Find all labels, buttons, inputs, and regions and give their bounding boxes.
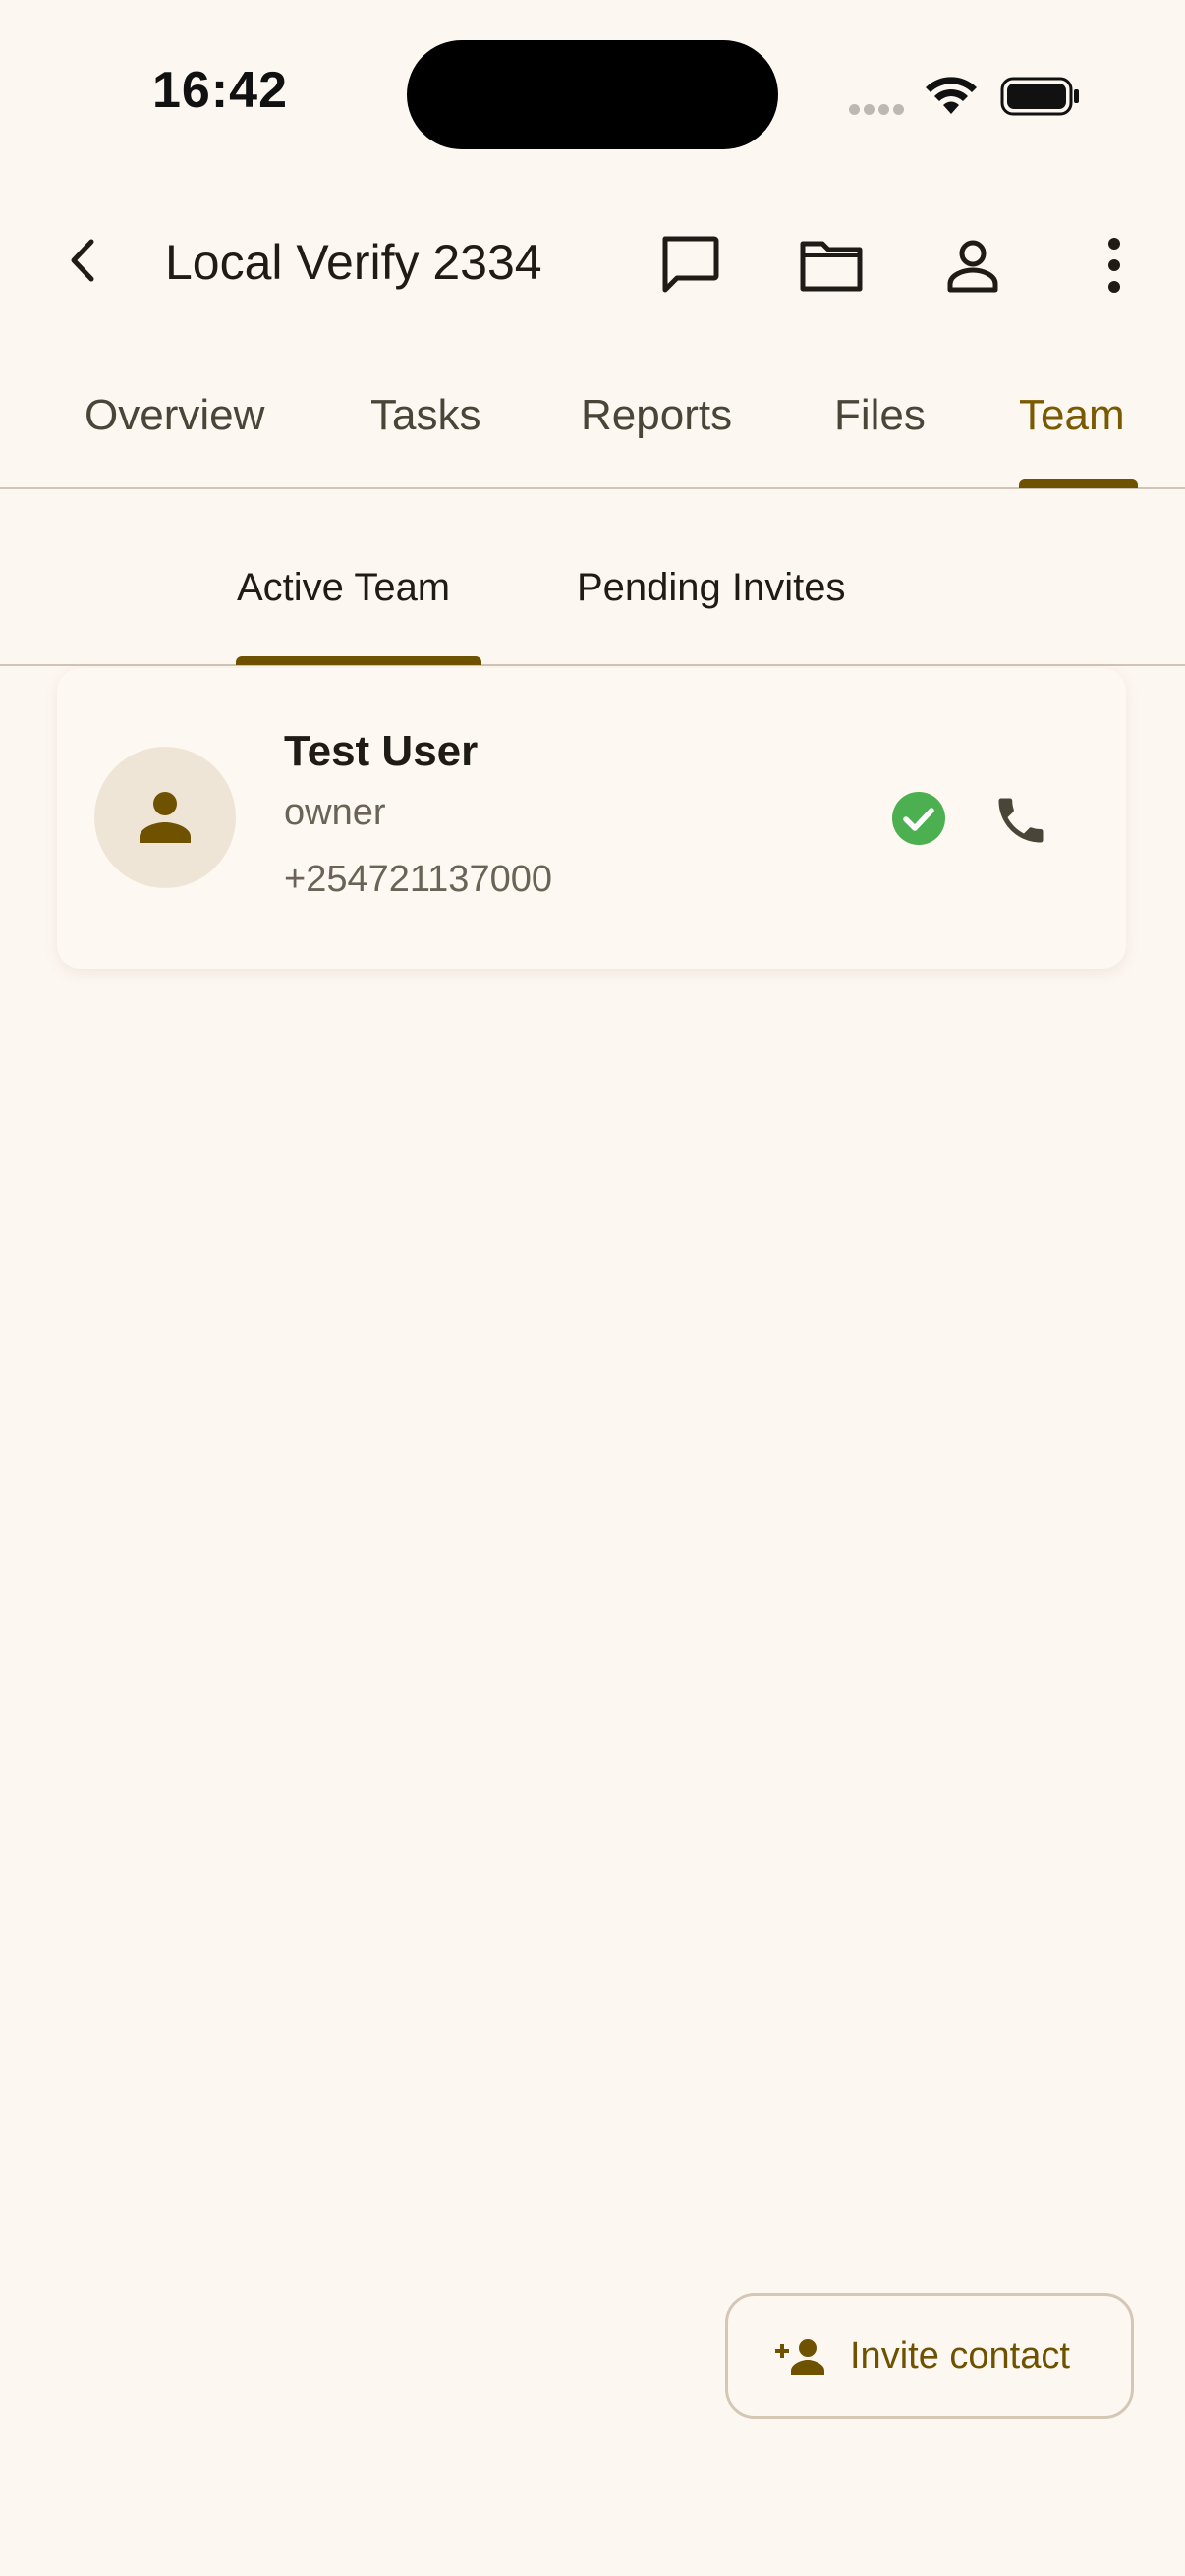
person-add-icon [775, 2339, 824, 2375]
tab-files[interactable]: Files [834, 391, 926, 440]
call-button[interactable] [977, 776, 1065, 865]
person-icon [947, 240, 998, 293]
team-sub-tabs: Active Team Pending Invites [0, 489, 1185, 666]
more-options-button[interactable] [1075, 226, 1154, 305]
cellular-signal-icon [849, 102, 908, 116]
battery-icon [1000, 77, 1079, 116]
chat-button[interactable] [650, 226, 729, 305]
page-title: Local Verify 2334 [165, 235, 542, 290]
app-bar: Local Verify 2334 [0, 196, 1185, 334]
tab-team[interactable]: Team [1019, 391, 1125, 440]
member-phone: +254721137000 [284, 859, 552, 900]
profile-button[interactable] [933, 226, 1012, 305]
tab-tasks[interactable]: Tasks [370, 391, 480, 440]
team-member-card[interactable]: Test User owner +254721137000 [57, 668, 1126, 969]
tab-pending-invites[interactable]: Pending Invites [577, 566, 846, 610]
status-bar: 16:42 [0, 0, 1185, 187]
chevron-left-icon [71, 239, 94, 282]
dynamic-island [407, 40, 778, 149]
member-name: Test User [284, 727, 479, 775]
invite-contact-label: Invite contact [850, 2335, 1070, 2377]
avatar [94, 747, 236, 888]
verified-check-icon [892, 792, 945, 845]
chat-icon [662, 236, 719, 293]
person-icon [140, 792, 191, 843]
tab-overview[interactable]: Overview [85, 391, 264, 440]
back-button[interactable] [49, 226, 118, 295]
invite-contact-button[interactable]: Invite contact [725, 2293, 1134, 2419]
tab-reports[interactable]: Reports [581, 391, 732, 440]
files-button[interactable] [792, 226, 871, 305]
folder-icon [800, 241, 863, 292]
phone-icon [998, 798, 1044, 843]
more-vert-icon [1108, 238, 1120, 293]
main-tabs: Overview Tasks Reports Files Team [0, 354, 1185, 489]
tab-active-team[interactable]: Active Team [237, 566, 450, 610]
wifi-icon [926, 77, 977, 114]
member-role: owner [284, 792, 386, 833]
active-sub-tab-indicator [236, 656, 481, 665]
active-tab-indicator [1019, 479, 1138, 488]
status-time: 16:42 [152, 62, 288, 119]
